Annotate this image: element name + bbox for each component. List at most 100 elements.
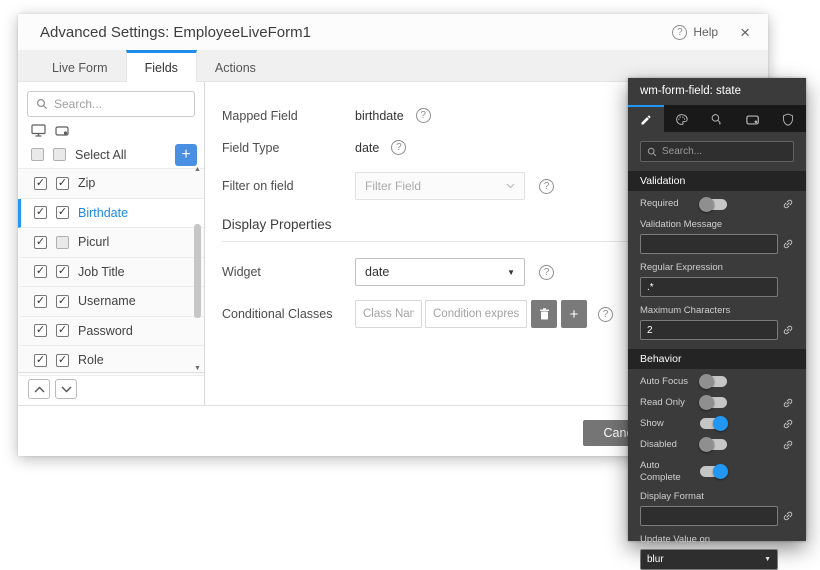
panel-search-input[interactable] [662,146,787,157]
auto-focus-label: Auto Focus [640,376,694,388]
select-all-mobile-checkbox[interactable] [53,148,66,161]
field-label: Picurl [78,235,109,249]
add-class-button[interactable]: + [561,300,587,328]
help-icon[interactable]: ? [539,179,554,194]
web-checkbox[interactable] [34,324,47,337]
list-item-password[interactable]: Password [18,317,204,347]
bind-link-icon[interactable] [780,236,797,253]
update-value-on-label: Update Value on [640,534,794,545]
help-button[interactable]: ? Help [672,25,718,40]
scrollbar-up-icon[interactable]: ▲ [192,166,203,173]
maximum-characters-input[interactable] [640,320,778,340]
mobile-checkbox[interactable] [56,236,69,249]
bind-link-icon[interactable] [780,507,797,524]
help-icon[interactable]: ? [416,108,431,123]
desktop-icon [31,124,46,137]
close-icon[interactable]: × [740,24,750,41]
web-checkbox[interactable] [34,177,47,190]
filter-field-select[interactable]: Filter Field [355,172,525,200]
move-down-button[interactable] [55,379,77,399]
bind-link-icon[interactable] [780,394,797,411]
read-only-row: Read Only [640,397,794,409]
help-icon[interactable]: ? [391,140,406,155]
tab-properties[interactable] [628,105,664,132]
help-icon[interactable]: ? [598,307,613,322]
field-label: Username [78,294,136,308]
bind-link-icon[interactable] [780,196,797,213]
auto-complete-label: Auto Complete [640,460,694,484]
mobile-checkbox[interactable] [56,295,69,308]
add-field-button[interactable]: + [175,144,197,166]
web-checkbox[interactable] [34,354,47,367]
update-value-on-select[interactable]: blur ▼ [640,549,778,570]
disabled-row: Disabled [640,439,794,451]
trash-icon [539,308,550,320]
auto-complete-toggle[interactable] [700,466,727,477]
show-label: Show [640,418,694,430]
list-item-username[interactable]: Username [18,287,204,317]
chevron-down-icon: ▼ [507,268,515,277]
field-label: Birthdate [78,206,128,220]
validation-message-row [640,234,794,254]
select-all-label: Select All [75,148,126,162]
mobile-checkbox[interactable] [56,354,69,367]
mobile-checkbox[interactable] [56,324,69,337]
scrollbar-thumb[interactable] [194,224,201,318]
web-checkbox[interactable] [34,236,47,249]
tab-inspect[interactable] [699,105,735,132]
update-value-on-row: blur ▼ [640,549,794,570]
widget-select[interactable]: date ▼ [355,258,525,286]
web-checkbox[interactable] [34,206,47,219]
tab-live-form[interactable]: Live Form [34,50,126,81]
maximum-characters-row [640,320,794,340]
bind-link-icon[interactable] [780,415,797,432]
list-item-zip[interactable]: Zip [18,169,204,199]
read-only-toggle[interactable] [700,397,727,408]
tab-device[interactable] [735,105,771,132]
class-name-input[interactable] [355,300,422,328]
validation-message-input[interactable] [640,234,778,254]
list-scrollbar[interactable]: ▲ ▼ [192,166,203,372]
web-checkbox[interactable] [34,265,47,278]
disabled-toggle[interactable] [700,439,727,450]
tab-fields[interactable]: Fields [126,50,197,82]
condition-expression-input[interactable] [425,300,527,328]
required-label: Required [640,198,694,210]
field-label: Role [78,353,104,367]
sidebar-search-input[interactable] [54,97,186,111]
tab-styles[interactable] [664,105,700,132]
move-up-button[interactable] [28,379,50,399]
list-item-birthdate[interactable]: Birthdate [18,199,204,229]
tab-security[interactable] [770,105,806,132]
web-checkbox[interactable] [34,295,47,308]
help-icon: ? [672,25,687,40]
show-toggle[interactable] [700,418,727,429]
scrollbar-down-icon[interactable]: ▼ [192,365,203,372]
display-format-input[interactable] [640,506,778,526]
chevron-down-icon: ▼ [764,556,771,563]
mapped-field-label: Mapped Field [222,109,355,123]
help-icon[interactable]: ? [539,265,554,280]
select-all-web-checkbox[interactable] [31,148,44,161]
tab-actions[interactable]: Actions [197,50,274,81]
regular-expression-input[interactable] [640,277,778,297]
list-item-job-title[interactable]: Job Title [18,258,204,288]
maximum-characters-label: Maximum Characters [640,305,794,316]
panel-search[interactable] [640,141,794,162]
bind-link-icon[interactable] [780,322,797,339]
search-icon [36,98,48,110]
list-item-picurl[interactable]: Picurl [18,228,204,258]
select-all-row: Select All + [18,141,204,169]
sidebar-search[interactable] [27,91,195,117]
mobile-checkbox[interactable] [56,265,69,278]
mobile-checkbox[interactable] [56,206,69,219]
update-value-on-value: blur [647,554,764,565]
mobile-checkbox[interactable] [56,177,69,190]
field-label: Zip [78,176,95,190]
field-type-label: Field Type [222,141,355,155]
auto-focus-toggle[interactable] [700,376,727,387]
conditional-classes-label: Conditional Classes [222,307,355,321]
required-toggle[interactable] [700,199,727,210]
delete-class-button[interactable] [531,300,557,328]
bind-link-icon[interactable] [780,436,797,453]
